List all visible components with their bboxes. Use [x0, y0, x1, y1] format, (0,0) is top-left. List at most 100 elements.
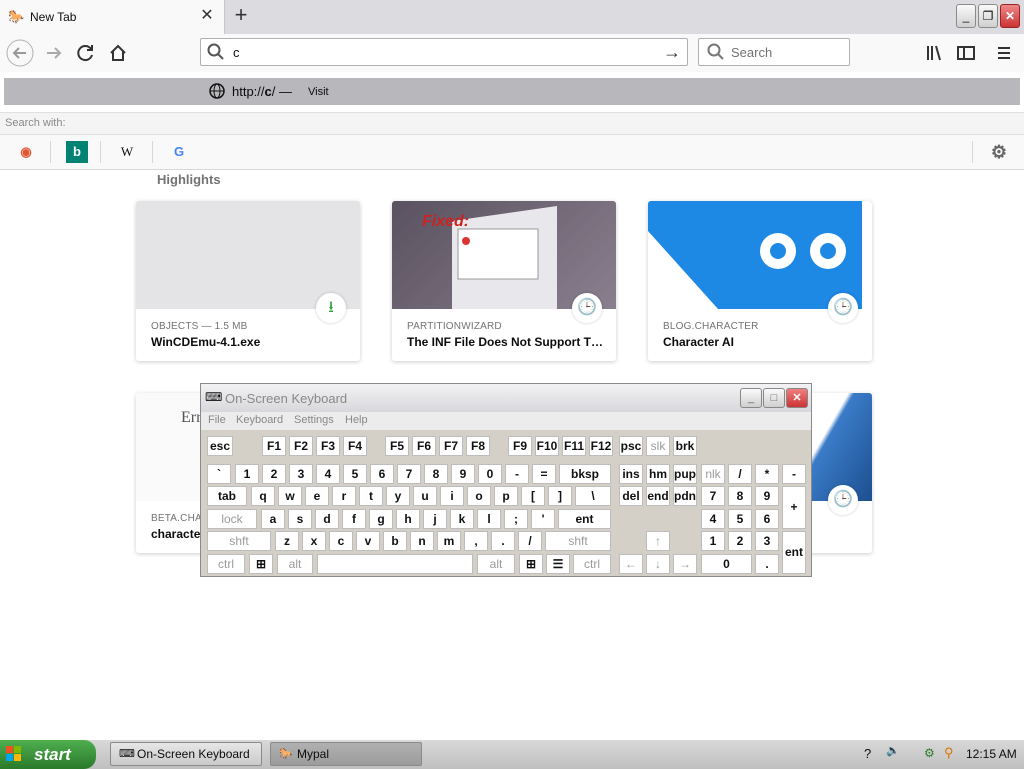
key-f1[interactable]: F1 [262, 436, 286, 456]
key-q[interactable]: q [251, 486, 275, 506]
key-rbracket[interactable]: ] [548, 486, 572, 506]
key-d[interactable]: d [315, 509, 339, 529]
key-num-0[interactable]: 0 [701, 554, 752, 574]
key-9[interactable]: 9 [451, 464, 475, 484]
key-num-7[interactable]: 7 [701, 486, 725, 506]
back-arrow-icon[interactable] [6, 39, 34, 67]
key-num-3[interactable]: 3 [755, 531, 779, 551]
key-lctrl[interactable]: ctrl [207, 554, 245, 574]
key-f9[interactable]: F9 [508, 436, 532, 456]
key-f5[interactable]: F5 [385, 436, 409, 456]
key-num-dot[interactable]: . [755, 554, 779, 574]
key-semicolon[interactable]: ; [504, 509, 528, 529]
reload-icon[interactable] [72, 39, 100, 67]
key-num-8[interactable]: 8 [728, 486, 752, 506]
key-rctrl[interactable]: ctrl [573, 554, 611, 574]
home-icon[interactable] [104, 39, 132, 67]
key-comma[interactable]: , [464, 531, 488, 551]
key-f4[interactable]: F4 [343, 436, 367, 456]
key-num-star[interactable]: * [755, 464, 779, 484]
key-num-minus[interactable]: - [782, 464, 806, 484]
key-1[interactable]: 1 [235, 464, 259, 484]
key-b[interactable]: b [383, 531, 407, 551]
key-pageup[interactable]: pup [673, 464, 697, 484]
key-f3[interactable]: F3 [316, 436, 340, 456]
key-slash[interactable]: / [518, 531, 542, 551]
highlight-card[interactable]: ⭳ OBJECTS — 1.5 MB WinCDEmu-4.1.exe [136, 201, 360, 361]
key-num-4[interactable]: 4 [701, 509, 725, 529]
restore-button[interactable]: ❐ [978, 4, 998, 28]
new-tab-button[interactable]: + [230, 4, 252, 28]
sidebar-icon[interactable] [952, 39, 980, 67]
key-o[interactable]: o [467, 486, 491, 506]
key-slk[interactable]: slk [646, 436, 670, 456]
key-brk[interactable]: brk [673, 436, 697, 456]
key-end[interactable]: end [646, 486, 670, 506]
taskbar-item-osk[interactable]: ⌨ On-Screen Keyboard [110, 742, 262, 766]
key-h[interactable]: h [396, 509, 420, 529]
go-arrow-icon[interactable]: → [663, 41, 681, 63]
key-lshift[interactable]: shft [207, 531, 271, 551]
close-tab-icon[interactable]: ✕ [198, 6, 216, 26]
minimize-button[interactable]: _ [956, 4, 976, 28]
key-s[interactable]: s [288, 509, 312, 529]
key-pagedown[interactable]: pdn [673, 486, 697, 506]
key-f8[interactable]: F8 [466, 436, 490, 456]
windows-key-icon[interactable]: ⊞ [249, 554, 273, 574]
key-num-2[interactable]: 2 [728, 531, 752, 551]
key-ralt[interactable]: alt [477, 554, 515, 574]
help-icon[interactable]: ? [864, 746, 871, 761]
key-j[interactable]: j [423, 509, 447, 529]
key-num-1[interactable]: 1 [701, 531, 725, 551]
key-num-5[interactable]: 5 [728, 509, 752, 529]
google-icon[interactable]: G [168, 141, 190, 163]
key-l[interactable]: l [477, 509, 501, 529]
key-psc[interactable]: psc [619, 436, 643, 456]
volume-icon[interactable]: 🔈 [886, 744, 900, 757]
key-num-enter[interactable]: ent [782, 531, 806, 574]
key-quote[interactable]: ' [531, 509, 555, 529]
key-num-plus[interactable]: + [782, 486, 806, 529]
key-f12[interactable]: F12 [589, 436, 613, 456]
bing-icon[interactable]: b [66, 141, 88, 163]
key-num-6[interactable]: 6 [755, 509, 779, 529]
key-backspace[interactable]: bksp [559, 464, 611, 484]
search-bar[interactable]: Search [698, 38, 850, 66]
key-space[interactable] [317, 554, 473, 574]
key-w[interactable]: w [278, 486, 302, 506]
tab-new-tab[interactable]: 🐎 New Tab ✕ [0, 0, 225, 34]
key-g[interactable]: g [369, 509, 393, 529]
key-m[interactable]: m [437, 531, 461, 551]
library-icon[interactable] [920, 39, 948, 67]
key-c[interactable]: c [329, 531, 353, 551]
key-n[interactable]: n [410, 531, 434, 551]
key-left-arrow[interactable]: ← [619, 554, 643, 574]
address-input-value[interactable]: c [233, 45, 240, 60]
key-7[interactable]: 7 [397, 464, 421, 484]
forward-arrow-icon[interactable] [40, 39, 68, 67]
key-backtick[interactable]: ` [207, 464, 231, 484]
key-x[interactable]: x [302, 531, 326, 551]
hamburger-menu-icon[interactable] [990, 39, 1018, 67]
search-tray-icon[interactable]: ⚲ [944, 745, 954, 761]
key-enter[interactable]: ent [558, 509, 611, 529]
address-bar[interactable]: c → [200, 38, 688, 66]
key-tab[interactable]: tab [207, 486, 247, 506]
key-numlock[interactable]: nlk [701, 464, 725, 484]
key-del[interactable]: del [619, 486, 643, 506]
key-6[interactable]: 6 [370, 464, 394, 484]
key-equals[interactable]: = [532, 464, 556, 484]
key-f6[interactable]: F6 [412, 436, 436, 456]
key-p[interactable]: p [494, 486, 518, 506]
network-icon[interactable]: ⚙ [924, 746, 935, 760]
key-a[interactable]: a [261, 509, 285, 529]
key-5[interactable]: 5 [343, 464, 367, 484]
key-y[interactable]: y [386, 486, 410, 506]
highlight-card[interactable]: 🕒 BLOG.CHARACTER Character AI [648, 201, 872, 361]
key-right-arrow[interactable]: → [673, 554, 697, 574]
autocomplete-visit-row[interactable]: http://c/ — Visit [4, 78, 1020, 105]
key-f[interactable]: f [342, 509, 366, 529]
key-t[interactable]: t [359, 486, 383, 506]
duckduckgo-icon[interactable]: ◉ [15, 141, 37, 163]
gear-icon[interactable]: ⚙ [988, 141, 1010, 163]
